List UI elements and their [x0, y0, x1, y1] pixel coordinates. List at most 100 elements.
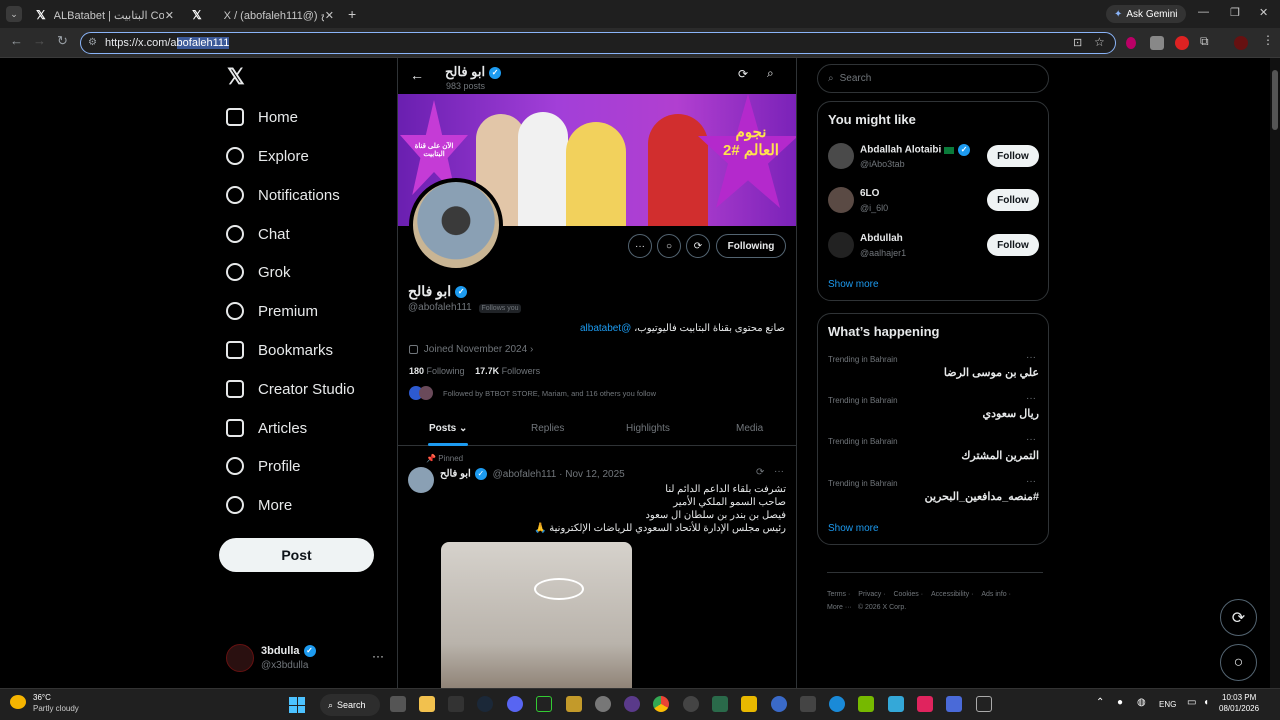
more-icon[interactable]: ··· [1026, 434, 1036, 445]
sidebar-item-bookmarks[interactable]: Bookmarks [226, 338, 333, 362]
sidebar-item-explore[interactable]: Explore [226, 144, 309, 168]
tab-media[interactable]: Media [736, 423, 763, 434]
app-icon[interactable] [448, 696, 464, 712]
tab-albatabet[interactable]: 𝕏 ALBatabet | البتابيت Community ✕ [28, 4, 180, 26]
footer-link[interactable]: Ads info [981, 591, 1006, 598]
suggest-name[interactable]: Abdallah Alotaibi ✓ [860, 144, 971, 156]
grok-button[interactable]: ⟳ [686, 234, 710, 258]
footer-link[interactable]: Privacy [858, 591, 881, 598]
grok-icon[interactable]: ⟳ [738, 67, 748, 81]
extension-icon[interactable] [1175, 36, 1189, 50]
taskbar-search[interactable]: ⌕ Search [320, 694, 380, 716]
puzzle-icon[interactable]: ⧉ [1200, 34, 1209, 49]
bookmark-star-icon[interactable]: ☆ [1094, 35, 1105, 49]
tab-x-profile[interactable]: 𝕏 X / (abofaleh111@) ابو فالح ✕ [184, 4, 340, 26]
follow-button[interactable]: Follow [987, 189, 1039, 211]
new-tab-icon[interactable]: + [348, 6, 356, 22]
site-info-icon[interactable]: ⚙ [88, 37, 97, 48]
edge-icon[interactable] [829, 696, 845, 712]
clock-date[interactable]: 08/01/2026 [1219, 704, 1259, 713]
show-more-link[interactable]: Show more [828, 279, 879, 290]
clock-time[interactable]: 10:03 PM [1222, 693, 1256, 702]
app-icon[interactable] [624, 696, 640, 712]
sidebar-item-premium[interactable]: Premium [226, 299, 318, 323]
avatar[interactable] [828, 143, 854, 169]
chrome-icon[interactable] [653, 696, 669, 712]
sidebar-item-creator-studio[interactable]: Creator Studio [226, 377, 355, 401]
reload-icon[interactable]: ↻ [57, 33, 68, 49]
shield-icon[interactable] [1150, 36, 1164, 50]
volume-icon[interactable]: ◖ [1203, 697, 1209, 708]
follow-button[interactable]: Follow [987, 145, 1039, 167]
weather-desc[interactable]: Partly cloudy [33, 704, 79, 713]
sidebar-item-home[interactable]: Home [226, 105, 298, 129]
back-arrow-icon[interactable]: ← [410, 67, 424, 83]
trend-item[interactable]: #منصه_مدافعين_البحرين [925, 490, 1039, 503]
avatar[interactable] [1234, 36, 1248, 50]
ask-gemini-button[interactable]: ✦ Ask Gemini [1106, 5, 1186, 23]
trend-item[interactable]: التمرين المشترك [961, 449, 1039, 462]
scrollbar-thumb[interactable] [1272, 70, 1278, 130]
sidebar-item-notifications[interactable]: Notifications [226, 183, 340, 207]
pinned-post[interactable]: 📌 Pinned ابو فالح ✓ @abofaleh111 · Nov 12… [398, 447, 796, 720]
follow-button[interactable]: Follow [987, 234, 1039, 256]
close-icon[interactable]: ✕ [165, 9, 174, 22]
search-input[interactable]: ⌕ Search [817, 64, 1049, 93]
maximize-icon[interactable]: ❐ [1230, 6, 1240, 19]
sidebar-item-chat[interactable]: Chat [226, 222, 290, 246]
chat-float-button[interactable]: ○ [1220, 644, 1257, 681]
app-icon[interactable] [946, 696, 962, 712]
lang-indicator[interactable]: ENG [1159, 700, 1176, 709]
tray-chevron-icon[interactable]: ⌃ [1096, 697, 1104, 708]
network-icon[interactable]: ◍ [1137, 697, 1146, 708]
trend-item[interactable]: ريال سعودي [983, 407, 1040, 420]
following-link[interactable]: 180 Following [409, 366, 465, 376]
close-window-icon[interactable]: ✕ [1259, 6, 1268, 19]
sidebar-item-grok[interactable]: Grok [226, 260, 291, 284]
sidebar-item-profile[interactable]: Profile [226, 454, 301, 478]
url-input[interactable]: ⚙ https://x.com/a bofaleh111 ⊡ ☆ [80, 32, 1116, 54]
forward-icon[interactable]: → [33, 33, 46, 48]
post-button[interactable]: Post [219, 538, 374, 572]
avatar[interactable] [828, 232, 854, 258]
trend-item[interactable]: علي بن موسى الرضا [944, 366, 1039, 379]
search-icon[interactable]: ⌕ [767, 66, 774, 81]
back-icon[interactable]: ← [10, 33, 23, 48]
footer-link[interactable]: Accessibility [931, 591, 969, 598]
app-icon[interactable] [771, 696, 787, 712]
tab-list-icon[interactable]: ⌄ [6, 6, 22, 22]
steam-icon[interactable] [477, 696, 493, 712]
display-icon[interactable]: ▭ [1187, 697, 1196, 708]
app-icon[interactable] [536, 696, 552, 712]
bio-mention-link[interactable]: @albatabet [580, 323, 631, 334]
minimize-icon[interactable]: — [1198, 6, 1209, 18]
app-icon[interactable] [976, 696, 992, 712]
avatar[interactable] [828, 187, 854, 213]
app-icon[interactable] [741, 696, 757, 712]
more-icon[interactable]: ··· [372, 649, 384, 663]
weather-temp[interactable]: 36°C [33, 693, 51, 702]
taskview-icon[interactable] [390, 696, 406, 712]
followers-link[interactable]: 17.7K Followers [475, 366, 540, 376]
app-icon[interactable] [712, 696, 728, 712]
app-icon[interactable] [566, 696, 582, 712]
following-button[interactable]: Following [716, 234, 786, 258]
more-options-button[interactable]: ··· [628, 234, 652, 258]
sidebar-item-more[interactable]: More [226, 493, 292, 517]
more-icon[interactable]: ··· [1026, 352, 1036, 363]
install-icon[interactable]: ⊡ [1073, 36, 1082, 49]
grok-icon[interactable]: ⟳ [756, 467, 764, 478]
footer-more-link[interactable]: More ··· [827, 604, 852, 611]
avatar[interactable] [408, 467, 434, 493]
discord-icon[interactable] [507, 696, 523, 712]
app-icon[interactable] [800, 696, 816, 712]
start-button[interactable] [289, 697, 305, 713]
suggest-name[interactable]: 6LO [860, 188, 879, 199]
tab-posts[interactable]: Posts ⌄ [429, 423, 467, 434]
app-icon[interactable] [888, 696, 904, 712]
footer-link[interactable]: Terms [827, 591, 846, 598]
followed-by[interactable]: Followed by BTBOT STORE, Mariam, and 116… [409, 386, 656, 400]
show-more-link[interactable]: Show more [828, 523, 879, 534]
account-switcher[interactable]: 3bdulla ✓ @x3bdulla ··· [226, 644, 386, 674]
sidebar-item-articles[interactable]: Articles [226, 416, 307, 440]
